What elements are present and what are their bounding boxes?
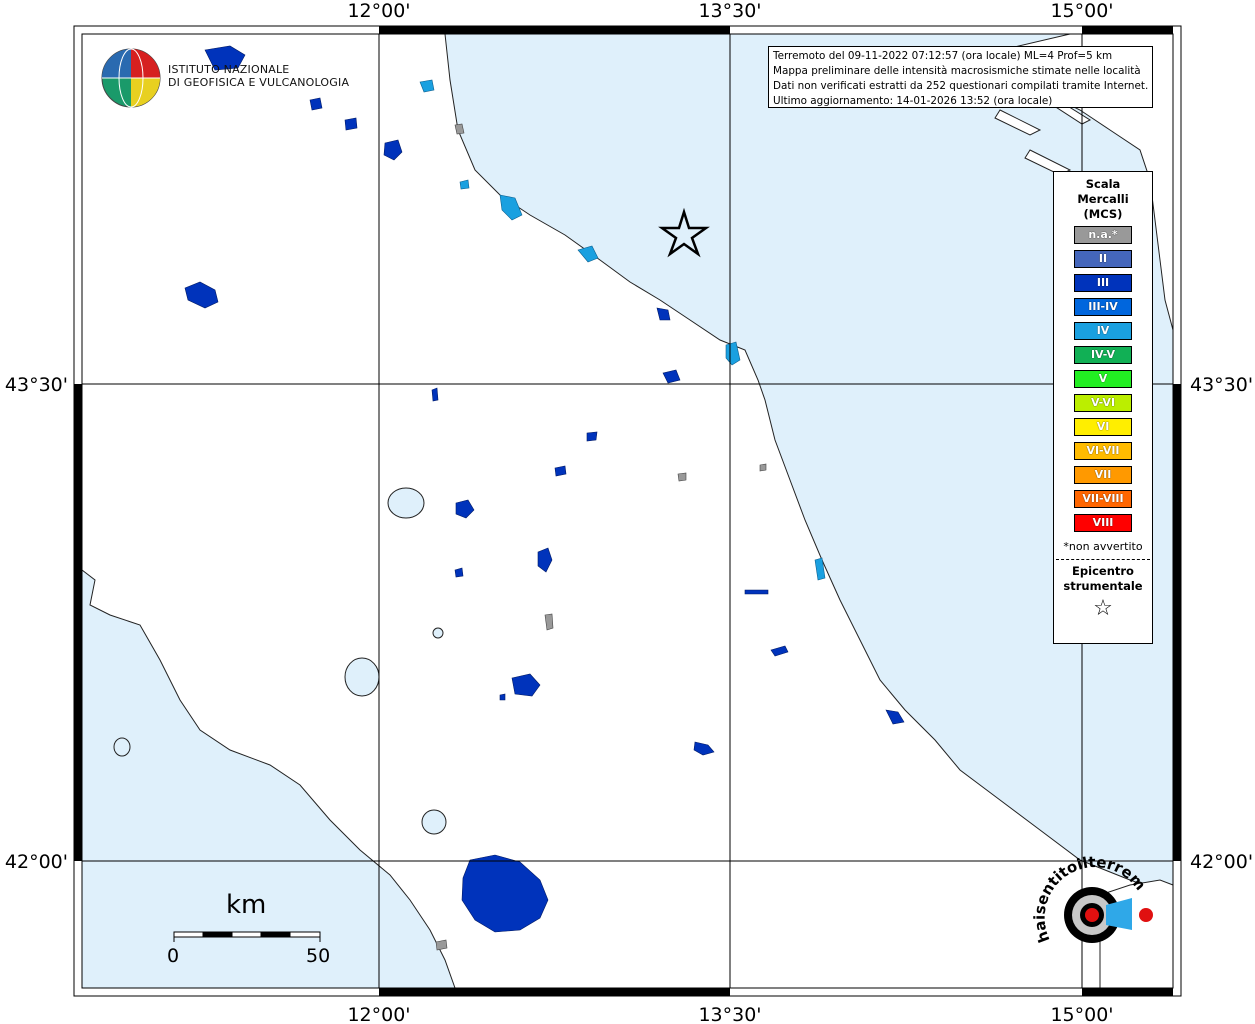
info-line-1: Terremoto del 09-11-2022 07:12:57 (ora l… bbox=[773, 50, 1113, 62]
municipality bbox=[759, 463, 767, 472]
info-line-2: Mappa preliminare delle intensità macros… bbox=[773, 65, 1141, 77]
scale-unit: km bbox=[226, 890, 267, 920]
left-tick-label: 43°30' bbox=[5, 374, 68, 396]
left-tick-label: 42°00' bbox=[5, 851, 68, 873]
info-line-3: Dati non verificati estratti da 252 ques… bbox=[773, 80, 1149, 92]
lake-bracciano bbox=[421, 809, 447, 835]
legend-swatches: n.a.* II III III-IV IV IV-V V V-VI VI VI… bbox=[1054, 226, 1152, 532]
municipality bbox=[499, 693, 506, 701]
lake-bolsena bbox=[344, 657, 380, 697]
legend-epicentre-line: Epicentro bbox=[1072, 564, 1134, 578]
top-tick-label: 12°00' bbox=[347, 0, 410, 22]
legend-star-icon: ☆ bbox=[1093, 596, 1113, 621]
scale-end: 50 bbox=[306, 945, 331, 967]
legend-note: *non avvertito bbox=[1063, 540, 1143, 553]
legend-swatch: VI-VII bbox=[1074, 442, 1132, 460]
legend-title-line: (MCS) bbox=[1083, 207, 1123, 221]
municipality bbox=[454, 567, 464, 578]
municipality bbox=[309, 97, 323, 111]
logo-line-1: ISTITUTO NAZIONALE bbox=[168, 63, 290, 76]
legend-swatch: II bbox=[1074, 250, 1132, 268]
ingv-logo-text: ISTITUTO NAZIONALE DI GEOFISICA E VULCAN… bbox=[168, 63, 349, 89]
legend-swatch: III-IV bbox=[1074, 298, 1132, 316]
municipality bbox=[435, 939, 448, 951]
municipality bbox=[586, 431, 598, 442]
legend-title-line: Scala bbox=[1085, 177, 1121, 191]
legend-swatch: VII-VIII bbox=[1074, 490, 1132, 508]
legend-swatch: VI bbox=[1074, 418, 1132, 436]
info-line-4: Ultimo aggiornamento: 14-01-2026 13:52 (… bbox=[773, 95, 1053, 107]
scale-start: 0 bbox=[167, 945, 180, 967]
lake-small bbox=[113, 737, 131, 757]
legend-swatch: V-VI bbox=[1074, 394, 1132, 412]
legend-epicentre-label: Epicentro strumentale bbox=[1054, 564, 1152, 594]
lake-vico bbox=[432, 627, 444, 639]
legend-swatch: V bbox=[1074, 370, 1132, 388]
right-tick-label: 43°30' bbox=[1190, 374, 1253, 396]
legend-title-line: Mercalli bbox=[1077, 192, 1129, 206]
legend-separator bbox=[1056, 559, 1150, 560]
legend-title: Scala Mercalli (MCS) bbox=[1054, 177, 1152, 222]
legend-epicentre-line: strumentale bbox=[1063, 579, 1143, 593]
legend-swatch: IV bbox=[1074, 322, 1132, 340]
mcs-legend: Scala Mercalli (MCS) n.a.* II III III-IV… bbox=[1053, 171, 1153, 644]
logo-line-2: DI GEOFISICA E VULCANOLOGIA bbox=[168, 76, 350, 89]
right-tick-label: 42°00' bbox=[1190, 851, 1253, 873]
bottom-tick-label: 15°00' bbox=[1050, 1004, 1113, 1024]
bottom-tick-label: 12°00' bbox=[347, 1004, 410, 1024]
event-info-box: Terremoto del 09-11-2022 07:12:57 (ora l… bbox=[768, 46, 1153, 108]
top-tick-label: 13°30' bbox=[698, 0, 761, 22]
legend-swatch: IV-V bbox=[1074, 346, 1132, 364]
legend-swatch: VIII bbox=[1074, 514, 1132, 532]
municipality bbox=[431, 387, 439, 402]
bottom-tick-label: 13°30' bbox=[698, 1004, 761, 1024]
municipality bbox=[677, 472, 687, 482]
top-tick-label: 15°00' bbox=[1050, 0, 1113, 22]
municipality bbox=[554, 465, 567, 477]
municipality bbox=[744, 589, 769, 595]
municipality bbox=[344, 117, 358, 131]
legend-swatch: n.a.* bbox=[1074, 226, 1132, 244]
legend-swatch: VII bbox=[1074, 466, 1132, 484]
ingv-logo bbox=[101, 48, 161, 108]
lake-trasimeno bbox=[387, 487, 425, 519]
legend-swatch: III bbox=[1074, 274, 1132, 292]
